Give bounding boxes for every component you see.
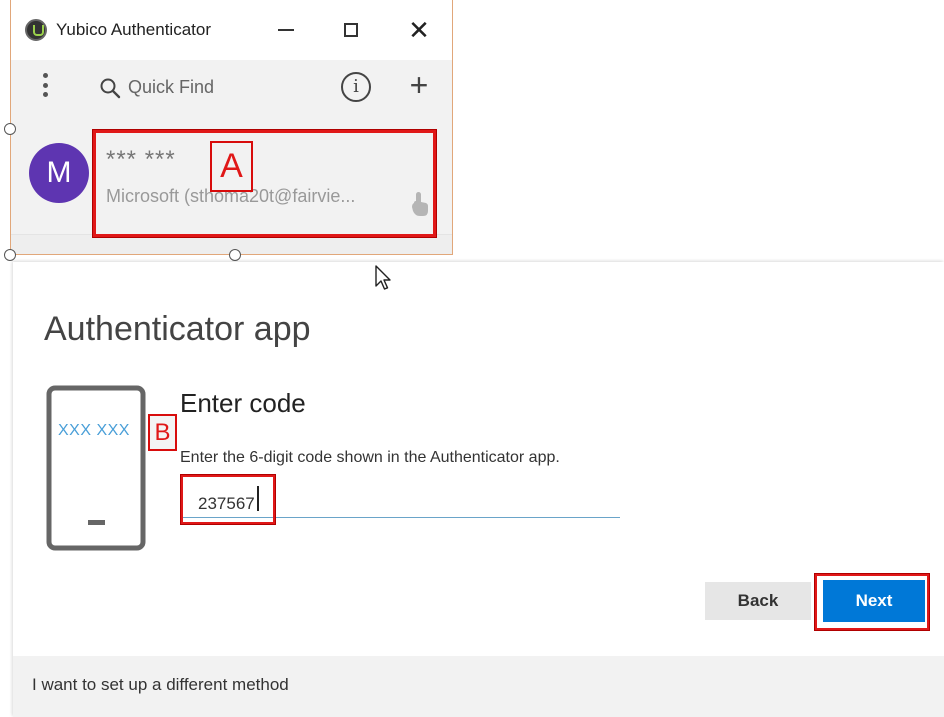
info-icon[interactable]: i: [341, 72, 371, 102]
window-title: Yubico Authenticator: [56, 20, 212, 39]
different-method-link[interactable]: I want to set up a different method: [32, 675, 289, 695]
footer-bar: I want to set up a different method: [13, 656, 944, 717]
enter-code-heading: Enter code: [180, 388, 306, 418]
app-logo-icon: [25, 19, 47, 41]
page-title: Authenticator app: [44, 310, 311, 348]
quick-find-input[interactable]: [128, 73, 328, 101]
annotation-label-a: A: [210, 141, 253, 192]
phone-icon: [46, 385, 146, 551]
resize-handle[interactable]: [4, 249, 16, 261]
resize-handle[interactable]: [4, 123, 16, 135]
maximize-button[interactable]: [331, 14, 371, 46]
authenticator-setup-panel: Authenticator app XXX XXX Enter code Ent…: [13, 262, 944, 717]
add-icon[interactable]: +: [404, 68, 434, 102]
annotation-box-next: [815, 574, 929, 630]
phone-code-text: XXX XXX: [58, 422, 130, 439]
kebab-menu-icon[interactable]: [33, 71, 57, 99]
toolbar: i +: [11, 60, 452, 114]
minimize-button[interactable]: [266, 14, 306, 46]
annotation-label-b: B: [148, 414, 177, 451]
search-icon: [99, 77, 121, 99]
annotation-box-credential: [93, 130, 436, 237]
mouse-cursor-icon: [374, 264, 392, 292]
maximize-icon: [344, 23, 358, 37]
annotation-box-code: [181, 475, 275, 524]
title-bar: Yubico Authenticator ✕: [11, 0, 452, 60]
minimize-icon: [278, 29, 294, 31]
avatar: M: [29, 143, 89, 203]
instructions-text: Enter the 6-digit code shown in the Auth…: [180, 449, 560, 466]
back-button[interactable]: Back: [705, 582, 811, 620]
resize-handle[interactable]: [229, 249, 241, 261]
close-button[interactable]: ✕: [399, 14, 439, 46]
close-icon: ✕: [408, 15, 430, 45]
